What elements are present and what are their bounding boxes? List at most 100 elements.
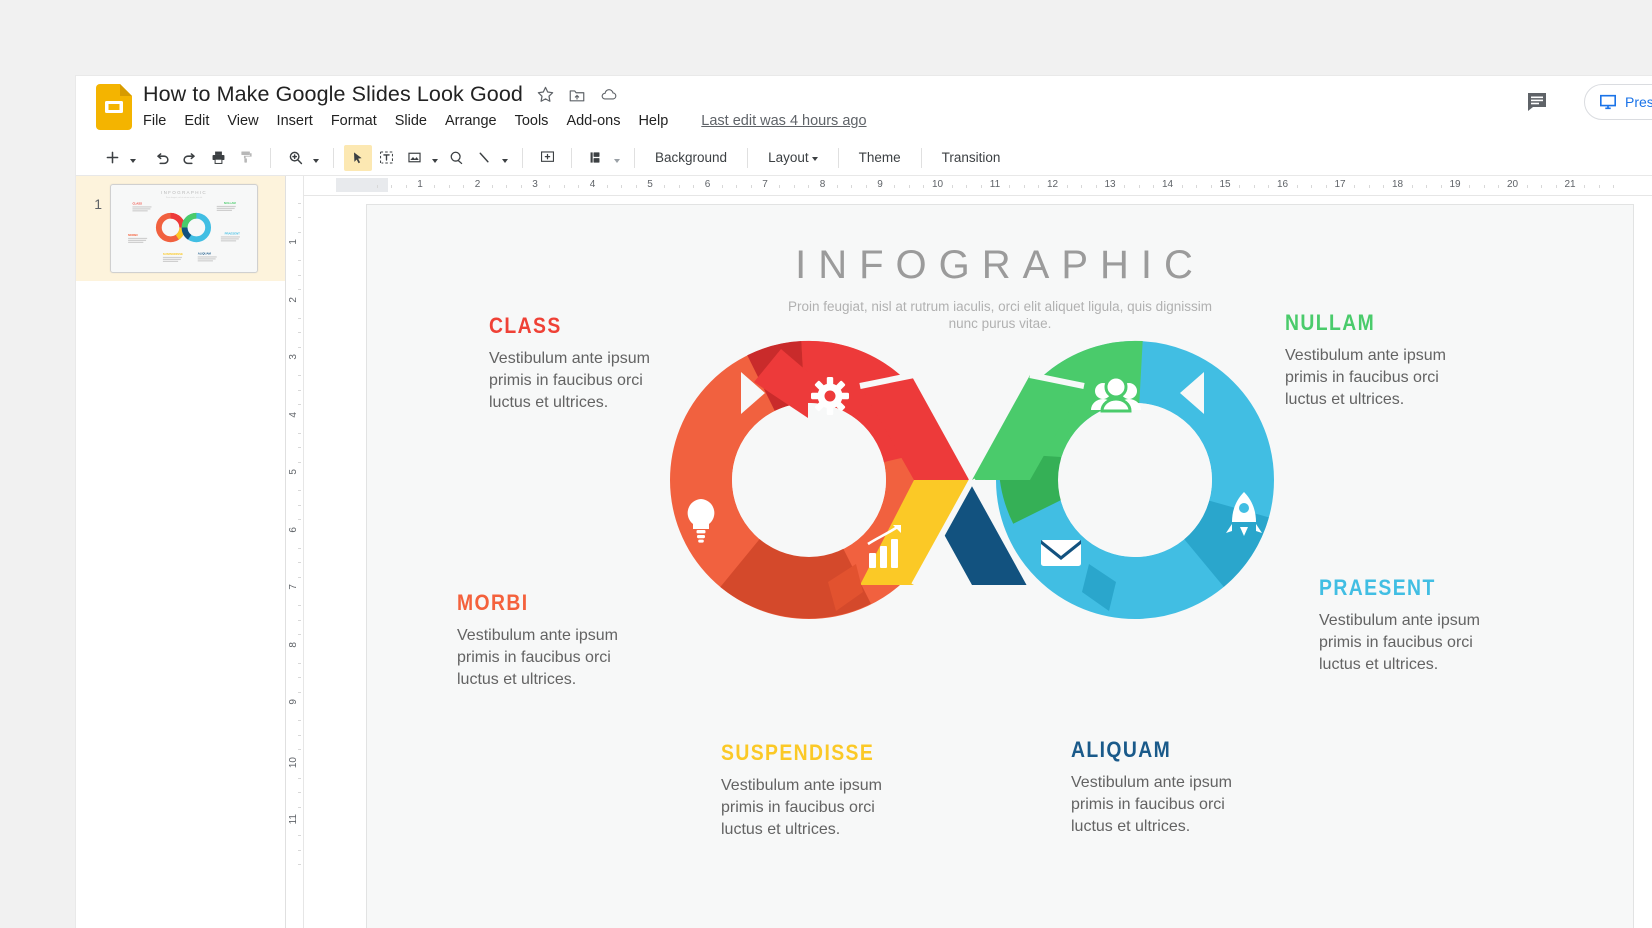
ruler-tick-label: 20 (1507, 179, 1518, 190)
text-box-icon[interactable] (372, 145, 400, 171)
comment-icon[interactable] (1522, 87, 1552, 117)
vruler-tick-label: 11 (288, 814, 299, 824)
vruler-minor-tick (298, 490, 301, 491)
ruler-tick-label: 13 (1104, 179, 1115, 190)
menu-file[interactable]: File (143, 111, 175, 131)
text-block-aliquam[interactable]: ALIQUAM Vestibulum ante ipsum primis in … (1071, 737, 1261, 838)
ruler-tick-label: 4 (590, 179, 596, 190)
redo-icon[interactable] (176, 145, 204, 171)
slide-filmstrip[interactable]: 1 INFOGRAPHIC Proin feugiat, nisl at rut… (76, 176, 286, 928)
slide-subtitle[interactable]: Proin feugiat, nisl at rutrum iaculis, o… (780, 299, 1220, 333)
vruler-tick-label: 1 (288, 239, 299, 245)
menu-insert[interactable]: Insert (268, 111, 322, 131)
slide-thumbnail-1[interactable]: INFOGRAPHIC Proin feugiat, nisl at rutru… (110, 184, 258, 273)
vruler-minor-tick (298, 850, 301, 851)
filmstrip-slide-1[interactable]: 1 INFOGRAPHIC Proin feugiat, nisl at rut… (76, 176, 285, 281)
vruler-minor-tick (298, 634, 301, 635)
ruler-minor-tick (1311, 185, 1312, 188)
page-title[interactable]: How to Make Google Slides Look Good (143, 82, 523, 107)
menu-help[interactable]: Help (629, 111, 677, 131)
menu-slide[interactable]: Slide (386, 111, 436, 131)
insert-line-dropdown[interactable] (498, 145, 512, 171)
select-cursor-icon[interactable] (344, 145, 372, 171)
menu-edit[interactable]: Edit (175, 111, 218, 131)
insert-image-dropdown[interactable] (428, 145, 442, 171)
ruler-minor-tick (1254, 185, 1255, 188)
svg-text:INFOGRAPHIC: INFOGRAPHIC (161, 190, 207, 195)
transition-layout-dropdown[interactable] (610, 145, 624, 171)
ruler-minor-tick (693, 185, 694, 188)
ruler-minor-tick (1369, 185, 1370, 188)
menu-format[interactable]: Format (322, 111, 386, 131)
text-block-class[interactable]: CLASS Vestibulum ante ipsum primis in fa… (489, 313, 679, 414)
ruler-minor-tick (1426, 185, 1427, 188)
ruler-minor-tick (521, 185, 522, 188)
zoom-icon[interactable] (281, 145, 309, 171)
slide-canvas[interactable]: INFOGRAPHIC Proin feugiat, nisl at rutru… (366, 204, 1634, 928)
ruler-minor-tick (1009, 185, 1010, 188)
vruler-tick-label: 3 (288, 354, 299, 360)
cloud-saved-icon[interactable] (600, 85, 619, 104)
vruler-minor-tick (298, 203, 301, 204)
menu-add-ons[interactable]: Add-ons (557, 111, 629, 131)
last-edit-status[interactable]: Last edit was 4 hours ago (701, 113, 866, 129)
menu-tools[interactable]: Tools (506, 111, 558, 131)
toolbar-divider (270, 148, 271, 168)
print-icon[interactable] (204, 145, 232, 171)
ruler-tick-label: 2 (475, 179, 481, 190)
add-slide-dropdown[interactable] (126, 145, 140, 171)
vertical-ruler[interactable]: 1234567891011 (286, 176, 304, 928)
add-slide-icon[interactable] (98, 145, 126, 171)
slide-title[interactable]: INFOGRAPHIC (367, 243, 1633, 288)
undo-icon[interactable] (148, 145, 176, 171)
background-button[interactable]: Background (645, 146, 737, 169)
text-block-praesent[interactable]: PRAESENT Vestibulum ante ipsum primis in… (1319, 575, 1509, 676)
envelope-icon (1041, 540, 1081, 566)
text-block-nullam[interactable]: NULLAM Vestibulum ante ipsum primis in f… (1285, 310, 1475, 411)
add-comment-icon[interactable] (533, 145, 561, 171)
vruler-minor-tick (298, 620, 301, 621)
slide-number-label: 1 (76, 184, 110, 273)
menu-arrange[interactable]: Arrange (436, 111, 506, 131)
infinity-loop-diagram[interactable] (653, 330, 1291, 630)
theme-button[interactable]: Theme (849, 146, 911, 169)
horizontal-ruler[interactable]: 123456789101112131415161718192021 (304, 176, 1652, 196)
heading-suspendisse: SUSPENDISSE (721, 740, 888, 766)
menu-view[interactable]: View (218, 111, 267, 131)
paint-format-icon[interactable] (232, 145, 260, 171)
text-block-suspendisse[interactable]: SUSPENDISSE Vestibulum ante ipsum primis… (721, 740, 911, 841)
transition-layout-icon[interactable] (582, 145, 610, 171)
ruler-minor-tick (1584, 185, 1585, 188)
ruler-minor-tick (736, 185, 737, 188)
ruler-minor-tick (894, 185, 895, 188)
thumbnail-preview: INFOGRAPHIC Proin feugiat, nisl at rutru… (111, 185, 257, 272)
transition-button[interactable]: Transition (932, 146, 1011, 169)
slides-icon[interactable] (96, 84, 132, 130)
star-icon[interactable] (536, 85, 555, 104)
insert-image-icon[interactable] (400, 145, 428, 171)
vruler-tick-label: 5 (288, 469, 299, 475)
document-title-row: How to Make Google Slides Look Good (143, 82, 619, 107)
body-class: Vestibulum ante ipsum primis in faucibus… (489, 348, 679, 414)
google-slides-window: How to Make Google Slides Look Good (76, 76, 1652, 928)
menu-bar: File Edit View Insert Format Slide Arran… (143, 111, 867, 131)
ruler-tick-label: 1 (417, 179, 423, 190)
ruler-minor-tick (779, 185, 780, 188)
ruler-minor-tick (1081, 185, 1082, 188)
insert-shape-icon[interactable] (442, 145, 470, 171)
svg-text:CLASS: CLASS (132, 202, 142, 206)
move-to-folder-icon[interactable] (568, 85, 587, 104)
ruler-minor-tick (837, 185, 838, 188)
layout-button[interactable]: Layout (758, 146, 828, 169)
ruler-minor-tick (1354, 185, 1355, 188)
vruler-minor-tick (298, 548, 301, 549)
zoom-dropdown[interactable] (309, 145, 323, 171)
present-button[interactable]: Present (1584, 84, 1652, 120)
ruler-tick-label: 9 (877, 179, 883, 190)
text-block-morbi[interactable]: MORBI Vestibulum ante ipsum primis in fa… (457, 590, 647, 691)
insert-line-icon[interactable] (470, 145, 498, 171)
svg-text:SUSPENDISSE: SUSPENDISSE (163, 252, 183, 256)
vruler-minor-tick (298, 318, 301, 319)
vruler-minor-tick (298, 347, 301, 348)
ruler-minor-tick (679, 185, 680, 188)
